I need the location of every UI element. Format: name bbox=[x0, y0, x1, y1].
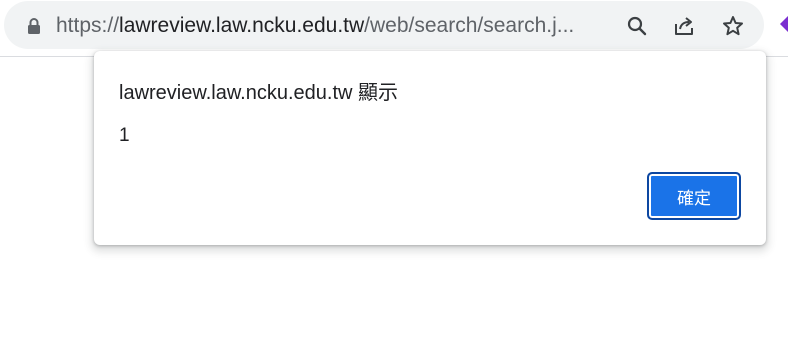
dialog-message: 1 bbox=[119, 125, 130, 146]
browser-page: https://lawreview.law.ncku.edu.tw/web/se… bbox=[0, 0, 788, 339]
address-bar[interactable]: https://lawreview.law.ncku.edu.tw/web/se… bbox=[4, 1, 764, 49]
url-domain: lawreview.law.ncku.edu.tw bbox=[119, 14, 365, 37]
star-icon[interactable] bbox=[718, 11, 748, 41]
lock-icon[interactable] bbox=[24, 16, 44, 36]
url-path: /web/search/search.j... bbox=[364, 14, 575, 37]
ok-button[interactable]: 確定 bbox=[647, 172, 741, 220]
extension-icon[interactable] bbox=[778, 16, 788, 32]
url-scheme: https:// bbox=[56, 14, 120, 37]
alert-dialog: lawreview.law.ncku.edu.tw 顯示 1 確定 bbox=[94, 51, 766, 245]
share-icon[interactable] bbox=[669, 11, 699, 41]
browser-toolbar: https://lawreview.law.ncku.edu.tw/web/se… bbox=[0, 0, 788, 57]
url-text[interactable]: https://lawreview.law.ncku.edu.tw/web/se… bbox=[56, 12, 616, 40]
dialog-title: lawreview.law.ncku.edu.tw 顯示 bbox=[119, 82, 399, 104]
magnifier-icon[interactable] bbox=[622, 11, 652, 41]
